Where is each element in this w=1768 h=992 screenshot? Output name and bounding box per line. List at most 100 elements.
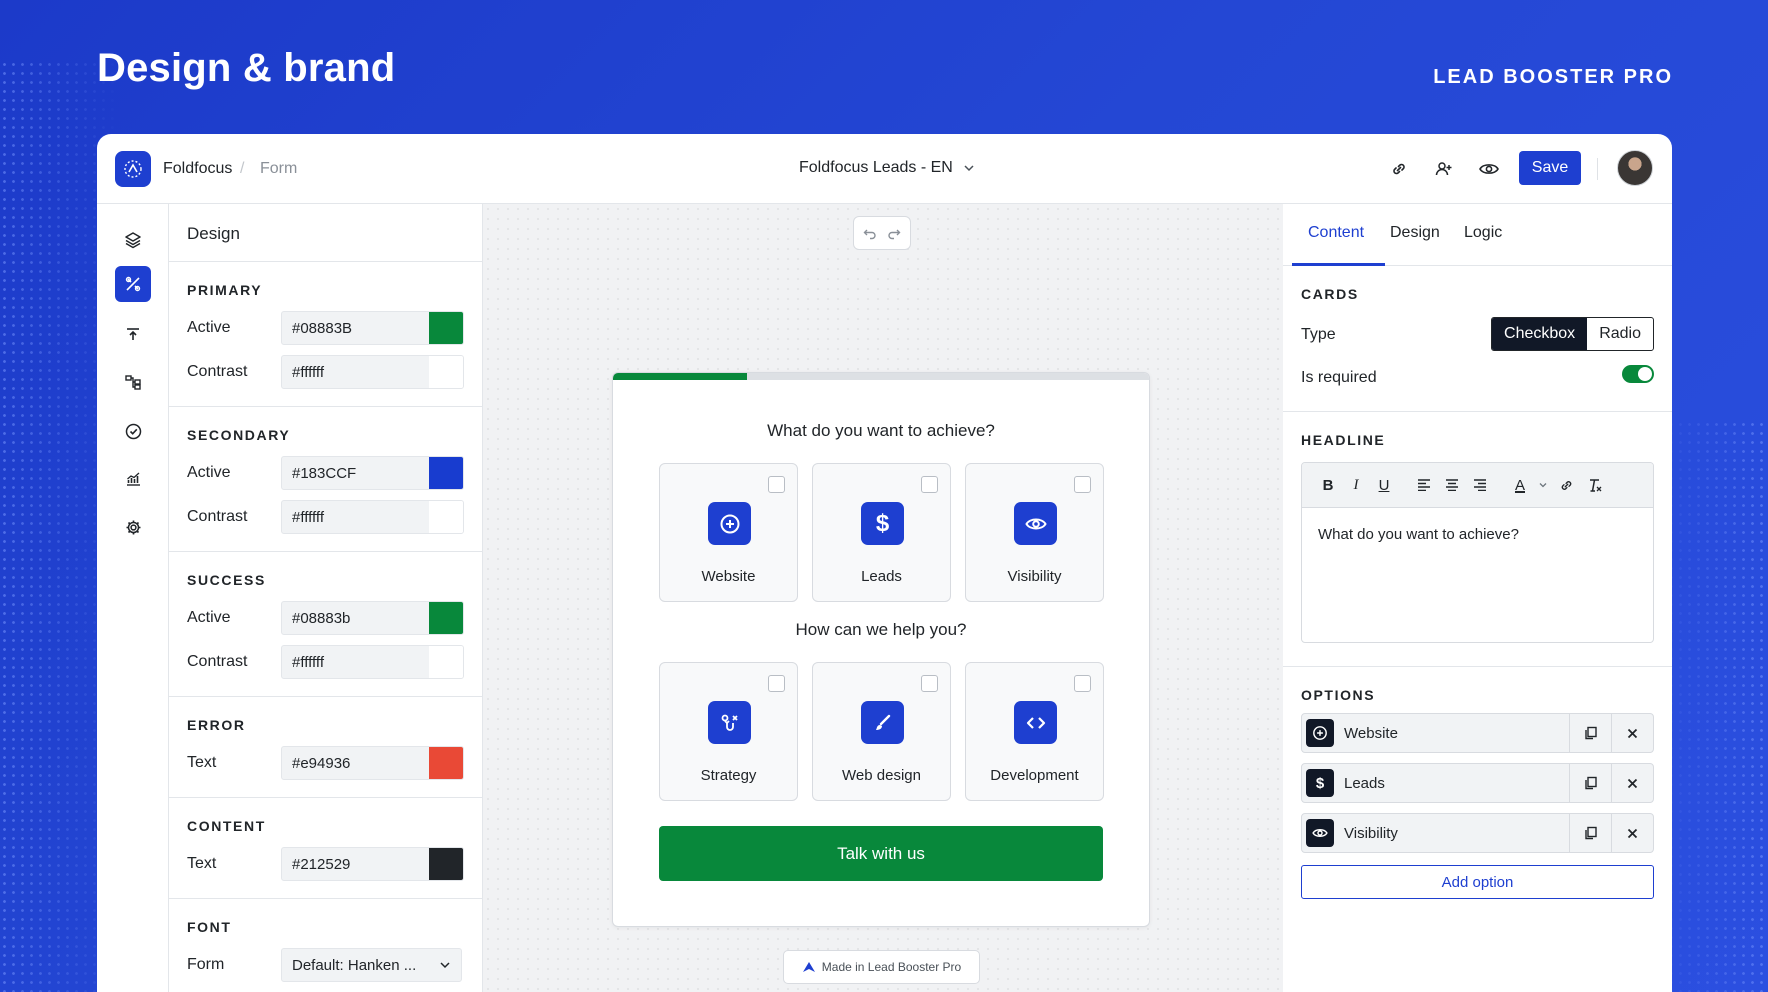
clear-format-icon[interactable] [1580, 471, 1608, 499]
eye-icon[interactable] [1478, 158, 1500, 180]
app-logo[interactable] [115, 151, 151, 187]
option-name[interactable]: Visibility [1334, 825, 1569, 842]
is-required-toggle[interactable] [1622, 365, 1654, 383]
brand-mark-icon [802, 961, 816, 973]
question-title: How can we help you? [613, 620, 1149, 640]
option-checkbox[interactable] [768, 476, 785, 493]
option-checkbox[interactable] [921, 476, 938, 493]
form-selector[interactable]: Foldfocus Leads - EN [799, 159, 975, 177]
color-swatch[interactable] [429, 601, 463, 635]
option-row[interactable]: Website [1301, 713, 1654, 753]
breadcrumb-page[interactable]: Form [260, 160, 297, 178]
duplicate-icon[interactable] [1569, 763, 1611, 803]
color-hex: #08883b [282, 610, 350, 627]
color-input[interactable]: #212529 [281, 847, 464, 881]
duplicate-icon[interactable] [1569, 813, 1611, 853]
color-row: Active #183CCF [187, 451, 464, 495]
color-swatch[interactable] [429, 355, 463, 389]
cards-section: CARDS Type Checkbox Radio Is required [1283, 266, 1672, 412]
toolbar-divider [1597, 158, 1598, 180]
color-input[interactable]: #ffffff [281, 500, 464, 534]
app-window: Foldfocus / Form Foldfocus Leads - EN Sa… [97, 134, 1672, 992]
color-label: Contrast [187, 653, 281, 671]
link-icon[interactable] [1388, 158, 1410, 180]
color-label: Active [187, 609, 281, 627]
chevron-down-icon[interactable] [1534, 471, 1552, 499]
upload-icon[interactable] [115, 316, 151, 352]
breadcrumb-org[interactable]: Foldfocus [163, 160, 232, 178]
color-input[interactable]: #ffffff [281, 355, 464, 389]
close-icon[interactable] [1611, 713, 1653, 753]
option-checkbox[interactable] [1074, 476, 1091, 493]
italic-icon[interactable]: I [1342, 471, 1370, 499]
add-option-button[interactable]: Add option [1301, 865, 1654, 899]
hero-brand: LEAD BOOSTER PRO [1433, 66, 1673, 89]
type-radio-option[interactable]: Radio [1587, 318, 1653, 350]
section-title: FONT [187, 919, 464, 935]
type-checkbox-option[interactable]: Checkbox [1492, 318, 1587, 350]
text-color-icon[interactable]: A [1506, 471, 1534, 499]
headline-text[interactable]: What do you want to achieve? [1302, 508, 1653, 561]
link-icon[interactable] [1552, 471, 1580, 499]
color-swatch[interactable] [429, 311, 463, 345]
option-row[interactable]: Visibility [1301, 813, 1654, 853]
option-card[interactable]: Website [659, 463, 798, 602]
color-swatch[interactable] [429, 746, 463, 780]
tab-design[interactable]: Design [1390, 224, 1440, 242]
save-button[interactable]: Save [1519, 151, 1581, 185]
close-icon[interactable] [1611, 763, 1653, 803]
font-select[interactable]: Default: Hanken ... [281, 948, 462, 982]
align-right-icon[interactable] [1466, 471, 1494, 499]
rich-text-editor: B I U A What do you want to achieve? [1301, 462, 1654, 643]
option-checkbox[interactable] [1074, 675, 1091, 692]
option-card[interactable]: Strategy [659, 662, 798, 801]
color-input[interactable]: #183CCF [281, 456, 464, 490]
color-input[interactable]: #08883b [281, 601, 464, 635]
bold-icon[interactable]: B [1314, 471, 1342, 499]
duplicate-icon[interactable] [1569, 713, 1611, 753]
option-name[interactable]: Leads [1334, 775, 1569, 792]
option-checkbox[interactable] [768, 675, 785, 692]
section-title: ERROR [187, 717, 464, 733]
chart-icon[interactable] [115, 461, 151, 497]
color-swatch[interactable] [429, 847, 463, 881]
color-input[interactable]: #ffffff [281, 645, 464, 679]
code-icon [1014, 701, 1057, 744]
talk-with-us-button[interactable]: Talk with us [659, 826, 1103, 881]
add-user-icon[interactable] [1433, 158, 1455, 180]
redo-icon[interactable] [887, 226, 901, 240]
color-input[interactable]: #08883B [281, 311, 464, 345]
design-panel: Design PRIMARY Active #08883B Contrast #… [169, 204, 483, 992]
layers-icon[interactable] [115, 222, 151, 258]
option-label: Visibility [966, 568, 1103, 585]
option-name[interactable]: Website [1334, 725, 1569, 742]
align-left-icon[interactable] [1410, 471, 1438, 499]
option-card[interactable]: Development [965, 662, 1104, 801]
underline-icon[interactable]: U [1370, 471, 1398, 499]
made-in-badge[interactable]: Made in Lead Booster Pro [783, 950, 980, 984]
tab-logic[interactable]: Logic [1464, 224, 1502, 242]
tab-content[interactable]: Content [1308, 224, 1364, 242]
font-label: Form [187, 956, 281, 974]
color-swatch[interactable] [429, 645, 463, 679]
form-selector-label: Foldfocus Leads - EN [799, 159, 953, 177]
check-circle-icon[interactable] [115, 413, 151, 449]
flow-icon[interactable] [115, 364, 151, 400]
align-center-icon[interactable] [1438, 471, 1466, 499]
palette-icon[interactable] [115, 266, 151, 302]
user-avatar[interactable] [1617, 150, 1653, 186]
color-swatch[interactable] [429, 456, 463, 490]
option-card[interactable]: $ Leads [812, 463, 951, 602]
undo-icon[interactable] [863, 226, 877, 240]
close-icon[interactable] [1611, 813, 1653, 853]
color-swatch[interactable] [429, 500, 463, 534]
option-checkbox[interactable] [921, 675, 938, 692]
gear-icon[interactable] [115, 509, 151, 545]
color-label: Active [187, 319, 281, 337]
option-card[interactable]: Web design [812, 662, 951, 801]
option-label: Leads [813, 568, 950, 585]
color-input[interactable]: #e94936 [281, 746, 464, 780]
option-row[interactable]: $ Leads [1301, 763, 1654, 803]
color-row: Active #08883B [187, 306, 464, 350]
option-card[interactable]: Visibility [965, 463, 1104, 602]
